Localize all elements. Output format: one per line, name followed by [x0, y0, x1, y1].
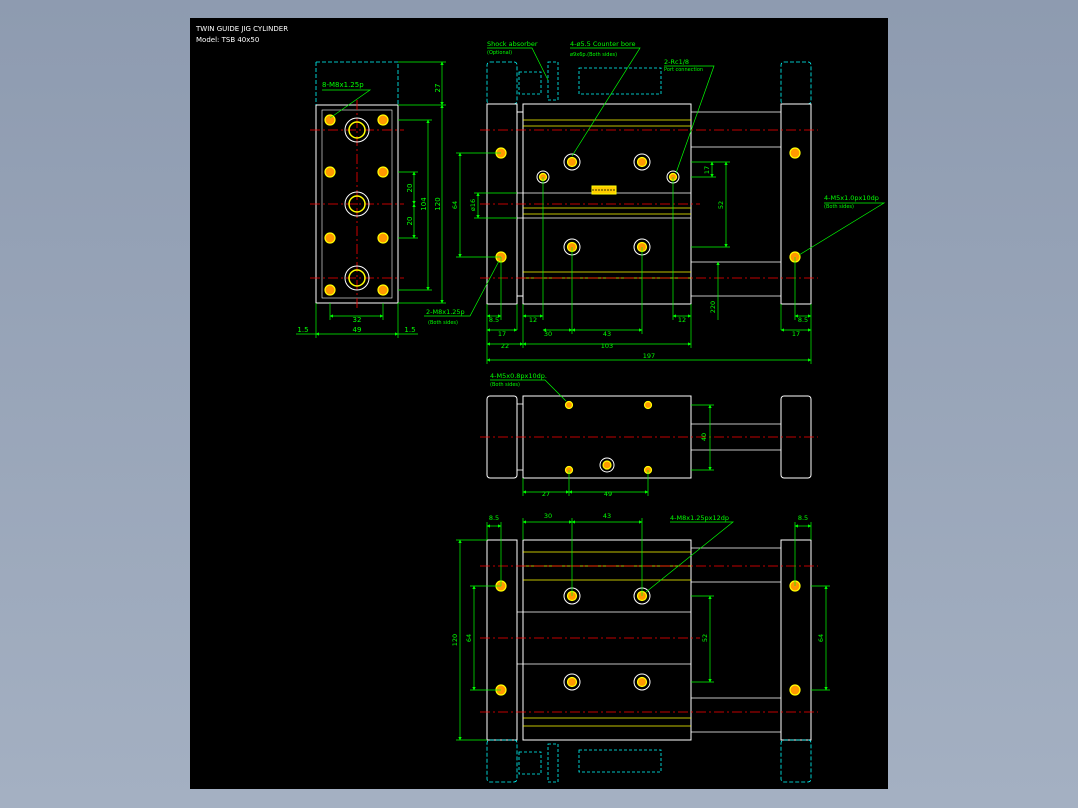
top-view-dim-43: 43: [603, 330, 611, 338]
top-view-dim-197: 197: [643, 352, 655, 360]
end-view-hole: [377, 284, 389, 296]
end-view-callout-holes: 8-M8x1.25p: [322, 81, 364, 89]
top-view-callout-counterbore-sub: ø9x6p.(Both sides): [570, 52, 617, 58]
top-view-dim-64: 64: [451, 201, 459, 209]
top-view-callout-m8-sub: (Both sides): [428, 320, 458, 326]
end-view-hole: [324, 166, 336, 178]
side-view-callout: 4-M5x0.8px10dp.: [490, 372, 547, 380]
cad-drawing: TWIN GUIDE JIG CYLINDER Model: TSB 40x50: [190, 18, 888, 789]
top-view-dim-12-left: 12: [529, 316, 537, 324]
top-view-callout-port: 2-Rc1/8: [664, 58, 689, 66]
side-view-callout-sub: (Both sides): [490, 382, 520, 388]
end-view-dim-1-5-right: 1.5: [404, 326, 415, 334]
end-view-dim-top: 27: [434, 84, 442, 93]
side-view-dim-40: 40: [700, 433, 708, 441]
top-view-dim-8-5-left: 8.5: [489, 316, 499, 324]
end-view-dim-104: 104: [420, 197, 428, 211]
end-view-dim-20b: 20: [406, 217, 414, 226]
top-view-dim-22: 22: [501, 342, 509, 350]
bottom-view-dim-64-right: 64: [817, 634, 825, 642]
bottom-view-dim-52: 52: [701, 634, 709, 642]
top-view-dim-17-left: 17: [498, 330, 506, 338]
end-view-dim-32: 32: [353, 316, 362, 324]
top-view-dim-12-right: 12: [678, 316, 686, 324]
top-view-dim-52: 52: [717, 201, 725, 209]
bottom-view-dim-120: 120: [451, 634, 459, 646]
top-view-callout-port-sub: Port connection: [664, 67, 703, 73]
bottom-view-callout: 4-M8x1.25px12dp: [670, 514, 729, 522]
top-view-dim-17-right: 17: [792, 330, 800, 338]
drawing-model: Model: TSB 40x50: [196, 36, 259, 44]
end-view-dim-120: 120: [434, 197, 442, 210]
top-view-dim-16: ø16: [469, 199, 477, 211]
top-view-callout-m5: 4-M5x1.0px10dp: [824, 194, 879, 202]
bottom-view-dim-64-left: 64: [465, 634, 473, 642]
side-view-dim-49: 49: [604, 490, 612, 498]
top-view-dim-103: 103: [601, 342, 613, 350]
top-view-dim-17v: 17: [703, 166, 711, 174]
bottom-view-dim-43: 43: [603, 512, 611, 520]
end-view-dim-49: 49: [353, 326, 362, 334]
end-view-dim-1-5-left: 1.5: [297, 326, 308, 334]
drawing-title: TWIN GUIDE JIG CYLINDER: [195, 25, 288, 33]
top-view-callout-counterbore: 4-ø5.5 Counter bore: [570, 40, 636, 48]
end-view-hole: [377, 232, 389, 244]
bottom-view-dim-8-5-right: 8.5: [798, 514, 808, 522]
top-view-dim-30: 30: [544, 330, 552, 338]
top-view-callout-m8: 2-M8x1.25p: [426, 308, 465, 316]
bottom-view-dim-8-5-left: 8.5: [489, 514, 499, 522]
end-view-dim-20a: 20: [406, 184, 414, 193]
end-view-hole: [377, 114, 389, 126]
end-view-hole: [377, 166, 389, 178]
top-view-dim-220: 220: [709, 301, 717, 313]
end-view-hole: [324, 114, 336, 126]
cad-viewport: TWIN GUIDE JIG CYLINDER Model: TSB 40x50: [0, 0, 1078, 808]
top-view-callout-shock-sub: (Optional): [487, 50, 512, 56]
end-view-hole: [324, 284, 336, 296]
end-view-hole: [324, 232, 336, 244]
side-view-dim-27: 27: [542, 490, 550, 498]
top-view-callout-m5-sub: (Both sides): [824, 204, 854, 210]
top-view-callout-shock: Shock absorber: [487, 40, 538, 48]
top-view-dim-8-5-right: 8.5: [798, 316, 808, 324]
bottom-view-dim-30: 30: [544, 512, 552, 520]
drawing-area: [190, 18, 888, 789]
